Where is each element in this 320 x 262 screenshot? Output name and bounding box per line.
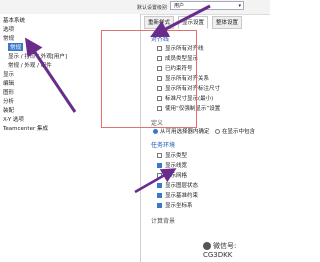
checkbox-row[interactable]: 显示类型 [157, 151, 187, 159]
checkbox-checked[interactable] [157, 203, 162, 208]
tree-item[interactable]: 常规 [3, 34, 14, 42]
level-label: 默认设置级别 [137, 5, 168, 11]
tab-bar: 重新样式 显示设置 整体设置 [144, 16, 270, 30]
checkbox-checked[interactable] [157, 163, 162, 168]
checkbox[interactable] [157, 153, 162, 158]
tree-item[interactable]: 常规 / 外观 / 组件 [8, 61, 52, 69]
highlight-box [101, 30, 197, 128]
tree-item[interactable]: 装配 [3, 106, 14, 114]
checkbox-row[interactable]: 显示坐标系 [157, 201, 193, 209]
checkbox-row[interactable]: 显示基准约束 [157, 191, 198, 199]
radio-row[interactable]: 从可用选择器内确定 [153, 127, 210, 135]
section-title: 任务环境 [151, 142, 176, 149]
checkbox-row[interactable]: 显示网格 [157, 171, 187, 179]
tree-item[interactable]: X-Y 选项 [3, 115, 24, 123]
radio-row[interactable]: 在显示中包含 [215, 127, 255, 135]
chevron-down-icon: ▾ [238, 3, 241, 9]
tree-item[interactable]: 分析 [3, 97, 14, 105]
tree-item[interactable]: 编辑 [3, 79, 14, 87]
checkbox-row[interactable]: 显示线宽 [157, 161, 187, 169]
tree-item[interactable]: 选项 [3, 25, 14, 33]
tree-item[interactable]: 基本系统 [3, 16, 25, 24]
footer-label: 计算背景 [151, 218, 176, 225]
level-select-value: 用户 [174, 3, 185, 9]
radio-button[interactable] [153, 129, 158, 134]
tab-reset-style[interactable]: 重新样式 [144, 16, 175, 29]
level-select[interactable]: 用户 ▾ [170, 1, 244, 10]
checkbox-checked[interactable] [157, 193, 162, 198]
radio-button[interactable] [215, 129, 220, 134]
wechat-icon [203, 242, 211, 250]
tree-item[interactable]: 图形 [3, 88, 14, 96]
tree-item-selected[interactable]: 常规 [8, 43, 24, 51]
tab-display-settings[interactable]: 显示设置 [178, 16, 209, 29]
tree-item[interactable]: Teamcenter 集成 [3, 124, 48, 132]
checkbox-checked[interactable] [157, 183, 162, 188]
tree-item[interactable]: 显示 / 打印 / 外观[用户] [8, 52, 67, 60]
checkbox-row[interactable]: 显示图层状态 [157, 181, 198, 189]
tab-global-settings[interactable]: 整体设置 [212, 16, 243, 29]
settings-topbar: 默认设置级别 用户 ▾ [0, 0, 270, 15]
checkbox[interactable] [157, 173, 162, 178]
tree-item[interactable]: 显示 [3, 70, 14, 78]
watermark: 微信号: CG3DKK [200, 240, 270, 260]
